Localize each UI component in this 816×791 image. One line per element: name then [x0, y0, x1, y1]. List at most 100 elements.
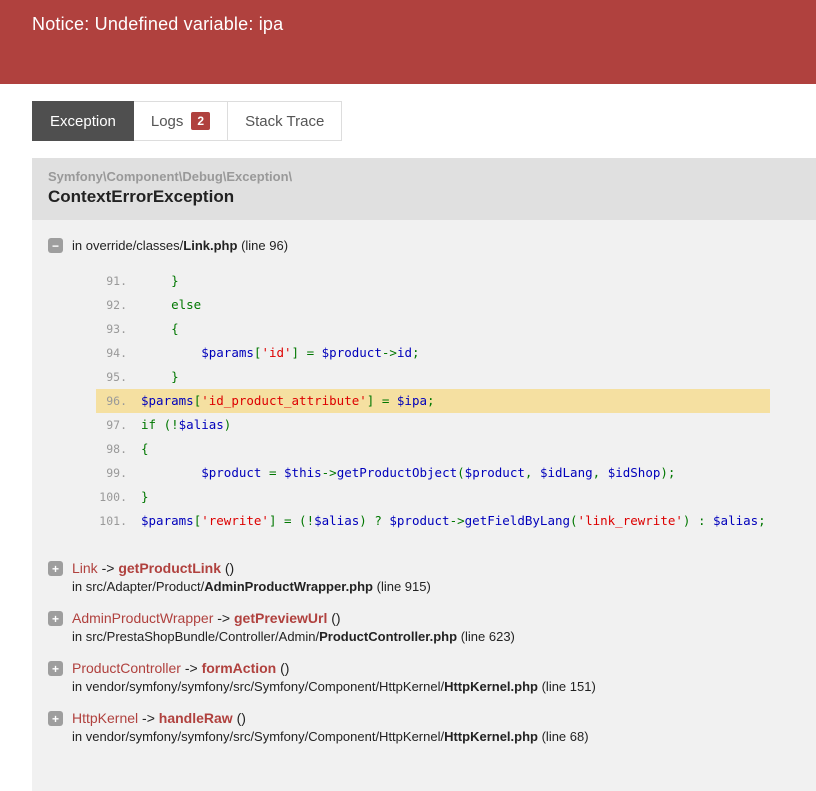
code-token: getFieldByLang [464, 513, 571, 528]
frame-line: (line 68) [537, 729, 589, 744]
trace-frame: + ProductController -> formAction () in ve… [48, 660, 800, 694]
code-token: $product [389, 513, 450, 528]
code-token: else [141, 297, 202, 312]
code-token: $ipa [396, 393, 428, 408]
frame-path: in vendor/symfony/symfony/src/Symfony/Co… [72, 729, 445, 744]
line-number: 100. [99, 490, 127, 504]
exception-panel: Symfony\Component\Debug\Exception\ Conte… [32, 158, 816, 791]
tab-exception-label: Exception [50, 112, 116, 130]
trace-frame: + HttpKernel -> handleRaw () in vendor/sym… [48, 710, 800, 744]
tab-bar: Exception Logs 2 Stack Trace [32, 101, 816, 141]
code-line: 101. $params['rewrite'] = (!$alias) ? $pr… [96, 509, 770, 533]
code-text: } [141, 488, 149, 506]
frame-line: (line 151) [537, 679, 596, 694]
code-token: ] = (! [268, 513, 315, 528]
frame-signature: Link -> getProductLink () [72, 560, 431, 576]
frame-body: ProductController -> formAction () in ven… [72, 660, 596, 694]
expand-icon[interactable]: + [48, 611, 63, 626]
code-token: ; [427, 393, 435, 408]
collapse-icon[interactable]: − [48, 238, 63, 253]
line-number: 92. [106, 298, 127, 312]
trace-line: (line 96) [237, 238, 289, 253]
code-line: 93. { [96, 317, 770, 341]
frame-args: () [220, 560, 235, 576]
frame-location: in src/PrestaShopBundle/Controller/Admin… [72, 629, 515, 644]
error-banner: Notice: Undefined variable: ipa [0, 0, 816, 84]
code-token: } [141, 489, 149, 504]
frame-class: AdminProductWrapper [72, 610, 214, 626]
code-line: 96. $params['id_product_attribute'] = $ip… [96, 389, 770, 413]
code-token: $params [141, 513, 194, 528]
code-token: -> [449, 513, 465, 528]
code-text: } [141, 368, 179, 386]
line-number: 93. [106, 322, 127, 336]
frame-file: ProductController.php [319, 629, 458, 644]
frame-path: in vendor/symfony/symfony/src/Symfony/Co… [72, 679, 445, 694]
frame-method: getPreviewUrl [234, 610, 328, 626]
tab-logs[interactable]: Logs 2 [133, 101, 229, 141]
code-token: $alias [713, 513, 759, 528]
code-token: $product [201, 465, 262, 480]
code-token: ( [457, 465, 465, 480]
frame-file: HttpKernel.php [444, 679, 538, 694]
line-number: 91. [106, 274, 127, 288]
line-number: 99. [106, 466, 127, 480]
code-line: 100.} [96, 485, 770, 509]
code-token: ] = [291, 345, 322, 360]
trace-file: Link.php [183, 238, 238, 253]
frame-arrow: -> [97, 560, 119, 576]
code-token: id [396, 345, 412, 360]
code-token: 'rewrite' [201, 513, 269, 528]
expand-icon[interactable]: + [48, 561, 63, 576]
frame-location: in vendor/symfony/symfony/src/Symfony/Co… [72, 679, 596, 694]
code-token: { [141, 321, 179, 336]
code-token: ); [660, 465, 676, 480]
trace-path: in override/classes/ [72, 238, 184, 253]
code-token: ; [412, 345, 420, 360]
code-token: $idLang [539, 465, 593, 480]
frame-method: handleRaw [158, 710, 233, 726]
frame-path: in src/Adapter/Product/ [72, 579, 205, 594]
frame-class: HttpKernel [72, 710, 139, 726]
exception-header: Symfony\Component\Debug\Exception\ Conte… [32, 158, 816, 220]
trace-frame: + AdminProductWrapper -> getPreviewUrl ()… [48, 610, 800, 644]
code-token: 'id' [261, 345, 292, 360]
code-token: if (! [141, 417, 179, 432]
frame-line: (line 623) [457, 629, 515, 644]
tab-stack-trace[interactable]: Stack Trace [228, 101, 343, 141]
code-text: if (!$alias) [141, 416, 231, 434]
code-token: 'id_product_attribute' [201, 393, 367, 408]
code-text: $params['rewrite'] = (!$alias) ? $produc… [141, 512, 766, 530]
trace-head[interactable]: − in override/classes/Link.php (line 96) [48, 238, 800, 253]
frame-location: in vendor/symfony/symfony/src/Symfony/Co… [72, 729, 589, 744]
line-number: 95. [106, 370, 127, 384]
expand-icon[interactable]: + [48, 661, 63, 676]
code-line: 94. $params['id'] = $product->id; [96, 341, 770, 365]
code-text: { [141, 440, 149, 458]
code-token: $this [284, 465, 322, 480]
code-line: 97. if (!$alias) [96, 413, 770, 437]
code-token: $product [464, 465, 525, 480]
frame-class: Link [72, 560, 98, 576]
tab-exception[interactable]: Exception [32, 101, 134, 141]
code-token: $product [321, 345, 382, 360]
trace-head-location: in override/classes/Link.php (line 96) [72, 238, 288, 253]
frame-arrow: -> [180, 660, 202, 676]
line-number: 96. [106, 394, 127, 408]
code-token: $alias [314, 513, 360, 528]
code-text: $product = $this->getProductObject($prod… [141, 464, 675, 482]
frame-args: () [232, 710, 246, 726]
frame-signature: AdminProductWrapper -> getPreviewUrl () [72, 610, 515, 626]
code-token: { [141, 441, 149, 456]
expand-icon[interactable]: + [48, 711, 63, 726]
frame-location: in src/Adapter/Product/AdminProductWrapp… [72, 579, 431, 594]
tab-logs-label: Logs [150, 112, 184, 130]
frame-signature: HttpKernel -> handleRaw () [72, 710, 589, 726]
frame-path: in src/PrestaShopBundle/Controller/Admin… [72, 629, 320, 644]
code-token: $params [141, 393, 194, 408]
frame-file: AdminProductWrapper.php [204, 579, 373, 594]
code-text: { [141, 320, 179, 338]
frame-file: HttpKernel.php [444, 729, 538, 744]
frame-class: ProductController [72, 660, 181, 676]
